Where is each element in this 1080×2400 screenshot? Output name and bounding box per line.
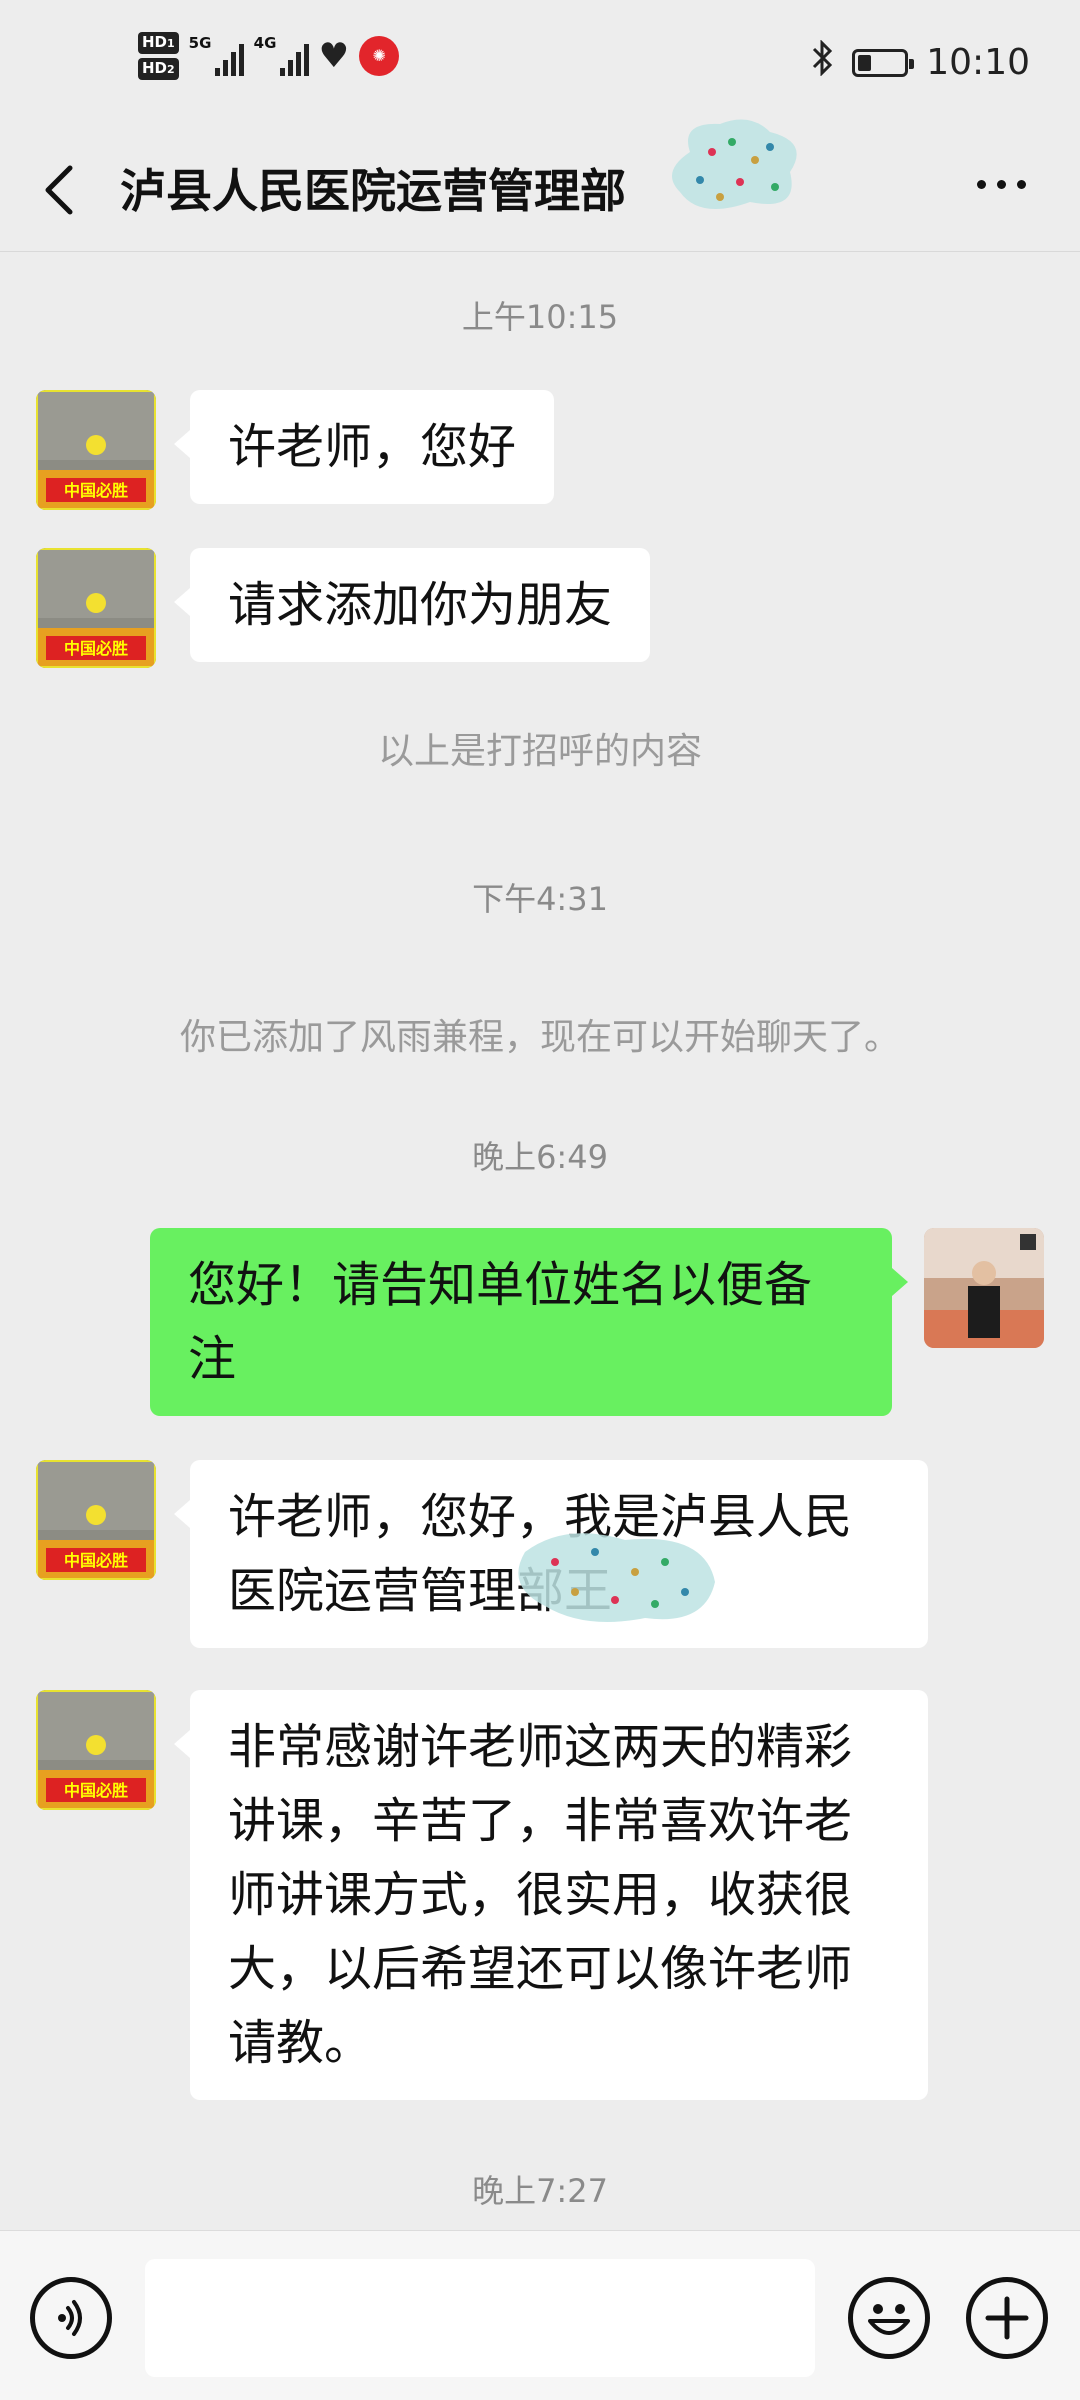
contact-avatar[interactable]: 中国必胜 <box>36 390 156 510</box>
svg-text:中国必胜: 中国必胜 <box>64 1551 128 1570</box>
chat-title: 泸县人民医院运营管理部 <box>120 164 626 218</box>
contact-avatar[interactable]: 中国必胜 <box>36 1690 156 1810</box>
plus-icon <box>985 2296 1029 2340</box>
timestamp: 下午4:31 <box>472 880 608 918</box>
battery-icon <box>852 48 915 77</box>
bluetooth-icon <box>812 39 834 85</box>
chat-messages[interactable]: 上午10:15 中国必胜 许老师，您好 中国必胜 请求添加你为朋友 以上是打招呼… <box>0 252 1080 2230</box>
svg-text:中国必胜: 中国必胜 <box>64 639 128 658</box>
system-message: 你已添加了风雨兼程，现在可以开始聊天了。 <box>179 1017 900 1058</box>
message-bubble-sent[interactable]: 您好！请告知单位姓名以便备注 <box>150 1228 908 1416</box>
timestamp: 晚上6:49 <box>472 1138 608 1176</box>
svg-text:中国必胜: 中国必胜 <box>64 1781 128 1800</box>
privacy-mask <box>672 119 797 210</box>
status-left: HD1 HD2 5G 4G ♥ ✺ <box>138 32 400 80</box>
contact-avatar[interactable]: 中国必胜 <box>36 548 156 668</box>
back-button[interactable] <box>40 160 80 220</box>
status-right: 10:10 <box>812 39 1030 85</box>
app-notification-icon: ✺ <box>359 36 400 76</box>
privacy-mask <box>518 1533 715 1622</box>
voice-icon <box>58 2300 82 2336</box>
health-heart-icon: ♥ <box>318 36 350 76</box>
system-message: 以上是打招呼的内容 <box>377 731 702 772</box>
timestamp: 晚上7:27 <box>472 2172 608 2210</box>
clock: 10:10 <box>926 42 1030 83</box>
hd-icon: HD1 HD2 <box>138 32 179 80</box>
voice-input-button[interactable] <box>30 2277 112 2359</box>
more-options-button[interactable] <box>977 180 1026 189</box>
timestamp: 上午10:15 <box>461 298 619 336</box>
input-bar <box>0 2230 1080 2400</box>
my-avatar[interactable] <box>924 1228 1044 1348</box>
svg-text:中国必胜: 中国必胜 <box>64 481 128 500</box>
chevron-left-icon <box>45 165 73 215</box>
message-bubble-received[interactable]: 非常感谢许老师这两天的精彩讲课，辛苦了，非常喜欢许老师讲课方式，很实用，收获很大… <box>174 1690 928 2100</box>
more-functions-button[interactable] <box>966 2277 1048 2359</box>
emoji-button[interactable] <box>848 2277 930 2359</box>
signal-4g-icon: 4G <box>254 34 309 76</box>
message-bubble-received[interactable]: 许老师，您好 <box>173 390 555 504</box>
status-bar: HD1 HD2 5G 4G ♥ ✺ 10:10 <box>0 0 1080 130</box>
chat-header: 泸县人民医院运营管理部 <box>0 130 1080 252</box>
signal-5g-icon: 5G <box>189 34 244 76</box>
emoji-icon <box>868 2304 910 2335</box>
contact-avatar[interactable]: 中国必胜 <box>36 1460 156 1580</box>
message-input[interactable] <box>145 2259 815 2377</box>
message-bubble-received[interactable]: 请求添加你为朋友 <box>173 548 651 662</box>
